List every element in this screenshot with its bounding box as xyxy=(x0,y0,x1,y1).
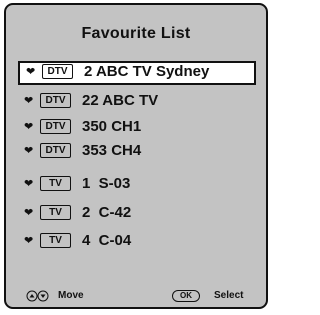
channel-label: 2 C-42 xyxy=(82,204,132,221)
heart-icon: ❤ xyxy=(24,178,34,190)
move-hint-label: Move xyxy=(58,290,84,301)
dialog-title: Favourite List xyxy=(81,25,191,42)
select-hint-label: Select xyxy=(214,290,244,301)
channel-item[interactable]: ❤ DTV 350 CH1 xyxy=(18,116,256,140)
ok-button-icon: OK xyxy=(172,290,200,302)
heart-icon: ❤ xyxy=(24,235,34,247)
channel-label: 22 ABC TV xyxy=(82,92,159,109)
source-badge: TV xyxy=(40,176,71,191)
heart-icon: ❤ xyxy=(24,207,34,219)
source-badge: TV xyxy=(40,233,71,248)
channel-label: 1 S-03 xyxy=(82,175,131,192)
channel-label: 2 ABC TV Sydney xyxy=(84,63,210,80)
favourite-list-dialog: Favourite List ❤ DTV 2 ABC TV Sydney ❤ D… xyxy=(4,3,268,309)
source-badge: DTV xyxy=(40,93,71,108)
heart-icon: ❤ xyxy=(24,95,34,107)
source-badge: DTV xyxy=(40,143,71,158)
channel-item[interactable]: ❤ DTV 353 CH4 xyxy=(18,140,256,164)
up-down-arrows-icon xyxy=(26,290,49,302)
channel-item[interactable]: ❤ DTV 22 ABC TV xyxy=(18,90,256,114)
source-badge: DTV xyxy=(40,119,71,134)
channel-item[interactable]: ❤ TV 2 C-42 xyxy=(18,202,256,226)
channel-item[interactable]: ❤ TV 1 S-03 xyxy=(18,173,256,197)
channel-item[interactable]: ❤ DTV 2 ABC TV Sydney xyxy=(18,61,256,85)
channel-item[interactable]: ❤ TV 4 C-04 xyxy=(18,230,256,254)
source-badge: DTV xyxy=(42,64,73,79)
channel-label: 350 CH1 xyxy=(82,118,142,135)
heart-icon: ❤ xyxy=(24,145,34,157)
source-badge: TV xyxy=(40,205,71,220)
channel-label: 4 C-04 xyxy=(82,232,132,249)
help-bar: Move OK Select xyxy=(6,287,266,305)
heart-icon: ❤ xyxy=(24,121,34,133)
heart-icon: ❤ xyxy=(26,66,36,78)
channel-label: 353 CH4 xyxy=(82,142,142,159)
